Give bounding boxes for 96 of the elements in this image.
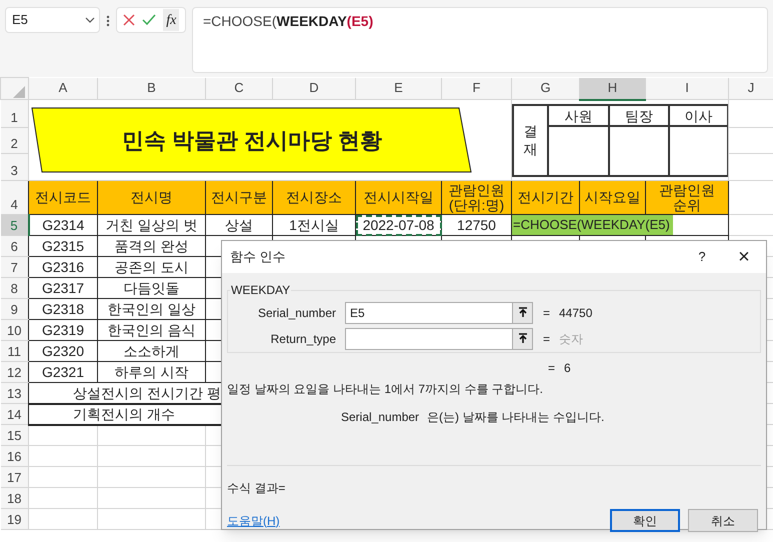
row-header[interactable]: 14 <box>0 404 28 424</box>
equals-sign: = <box>543 304 552 322</box>
argument-field[interactable]: E5 <box>345 302 533 324</box>
column-header[interactable]: G <box>512 78 580 100</box>
argument-label: Serial_number <box>256 304 336 322</box>
argument-label: Return_type <box>270 330 336 348</box>
table-cell: 2022-07-08 <box>356 214 442 236</box>
table-cell: 다듬잇돌 <box>98 278 206 298</box>
row-header[interactable]: 11 <box>0 340 28 362</box>
summary-label: 기획전시의 개수 <box>73 406 175 422</box>
column-heading: 관람인원 순위 <box>646 180 728 214</box>
column-header[interactable]: E <box>356 78 442 100</box>
column-header[interactable]: H <box>580 78 646 100</box>
row-header[interactable]: 19 <box>0 508 28 530</box>
formula-input[interactable]: =CHOOSE(WEEKDAY(E5) <box>192 7 768 73</box>
row-header[interactable]: 17 <box>0 466 28 488</box>
help-link[interactable]: 도움말(H) <box>227 512 610 530</box>
function-name: WEEKDAY <box>230 282 292 299</box>
formula-text: =CHOOSE(WEEKDAY(E5) <box>203 13 374 29</box>
table-cell: 상설 <box>206 214 272 236</box>
column-header[interactable]: A <box>28 78 98 100</box>
insert-function-button[interactable]: fx <box>163 9 180 31</box>
column-heading: 시작요일 <box>580 180 646 214</box>
argument-description: 은(는) 날짜를 나타내는 수입니다. <box>427 409 604 426</box>
row-header[interactable]: 1 <box>0 100 28 128</box>
chevron-down-icon <box>85 17 95 23</box>
table-cell: G2319 <box>28 320 98 340</box>
table-cell: G2316 <box>28 256 98 278</box>
table-cell: 1전시실 <box>272 214 356 236</box>
argument-result: 44750 <box>559 304 592 322</box>
table-cell: 하루의 시작 <box>98 362 206 382</box>
column-header[interactable]: B <box>98 78 206 100</box>
column-header[interactable]: C <box>206 78 272 100</box>
function-description: 일정 날짜의 요일을 나타내는 1에서 7까지의 수를 구합니다. <box>227 381 544 398</box>
table-cell: 거친 일상의 벗 <box>98 214 206 236</box>
table-cell: G2314 <box>28 214 98 236</box>
more-options-icon[interactable] <box>106 15 110 27</box>
dialog-button[interactable]: 확인 <box>610 509 680 532</box>
column-header[interactable]: D <box>272 78 356 100</box>
table-cell: G2320 <box>28 340 98 362</box>
argument-result: 숫자 <box>559 330 583 348</box>
formula-result-label: 수식 결과= <box>227 480 286 497</box>
approval-heading: 팀장 <box>610 106 670 126</box>
summary-label: 상설전시의 전시기간 평 <box>73 384 221 401</box>
approval-label: 결재 <box>524 122 538 158</box>
cancel-icon[interactable] <box>122 14 135 26</box>
table-cell: 한국인의 일상 <box>98 298 206 320</box>
row-header[interactable]: 13 <box>0 382 28 404</box>
title-text: 민속 박물관 전시마당 현황 <box>122 128 382 154</box>
row-header[interactable]: 6 <box>0 236 28 256</box>
row-header[interactable]: 3 <box>0 154 28 180</box>
row-header[interactable]: 18 <box>0 488 28 508</box>
argument-field[interactable] <box>345 328 533 350</box>
column-heading: 전시기간 <box>512 180 580 214</box>
column-header[interactable]: J <box>728 78 773 100</box>
column-heading: 전시구분 <box>206 180 272 214</box>
table-cell: G2317 <box>28 278 98 298</box>
row-header[interactable]: 5 <box>0 214 28 236</box>
table-cell: 소소하게 <box>98 340 206 362</box>
column-heading: 전시시작일 <box>356 180 442 214</box>
column-header[interactable]: I <box>646 78 728 100</box>
row-header[interactable]: 4 <box>0 180 28 214</box>
table-cell: 한국인의 음식 <box>98 320 206 340</box>
approval-heading: 이사 <box>670 106 727 126</box>
column-heading: 전시코드 <box>28 180 98 214</box>
column-heading: 전시장소 <box>272 180 356 214</box>
equals-sign: = <box>548 360 556 377</box>
check-icon[interactable] <box>142 14 156 26</box>
row-header[interactable]: 16 <box>0 446 28 466</box>
table-cell: G2318 <box>28 298 98 320</box>
dialog-title: 함수 인수 <box>230 248 287 266</box>
column-heading: 전시명 <box>98 180 206 214</box>
table-cell: 품격의 완성 <box>98 236 206 256</box>
column-heading: 관람인원 (단위:명) <box>442 180 512 214</box>
column-header[interactable]: F <box>442 78 512 100</box>
row-header[interactable]: 10 <box>0 320 28 340</box>
equals-sign: = <box>543 330 552 348</box>
row-header[interactable]: 8 <box>0 278 28 298</box>
table-cell: G2315 <box>28 236 98 256</box>
table-cell: 공존의 도시 <box>98 256 206 278</box>
collapse-dialog-icon[interactable] <box>518 307 528 318</box>
name-box[interactable]: E5 <box>5 7 100 33</box>
approval-heading: 사원 <box>549 106 610 126</box>
function-result: 6 <box>564 360 571 377</box>
table-cell: 12750 <box>442 214 512 236</box>
row-header[interactable]: 15 <box>0 424 28 446</box>
row-header[interactable]: 7 <box>0 256 28 278</box>
collapse-dialog-icon[interactable] <box>518 333 528 344</box>
argument-name: Serial_number <box>341 409 420 426</box>
table-cell: G2321 <box>28 362 98 382</box>
row-header[interactable]: 9 <box>0 298 28 320</box>
row-header[interactable]: 2 <box>0 128 28 154</box>
help-button[interactable]: ? <box>682 241 722 273</box>
dialog-button[interactable]: 취소 <box>688 509 758 532</box>
close-button[interactable]: × <box>722 241 766 273</box>
row-header[interactable]: 12 <box>0 362 28 382</box>
